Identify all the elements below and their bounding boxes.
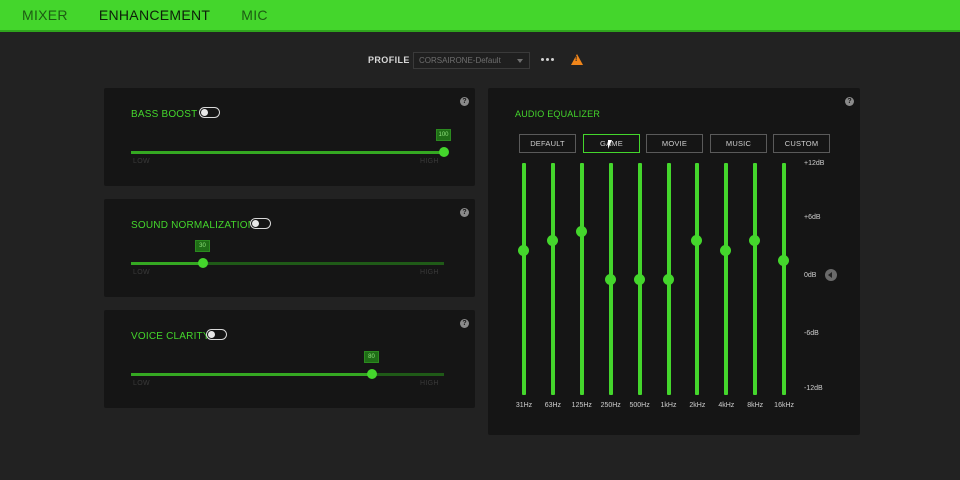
mouse-cursor-icon	[608, 140, 612, 149]
eq-band-frequency-label: 16kHz	[774, 402, 795, 409]
tab-enhancement[interactable]: ENHANCEMENT	[99, 7, 210, 23]
eq-band-track	[724, 163, 729, 395]
sound-normalization-slider-thumb[interactable]	[197, 258, 208, 268]
warning-icon[interactable]	[571, 54, 583, 65]
sound-normalization-slider[interactable]: 30	[131, 240, 444, 268]
eq-band-slider[interactable]	[662, 163, 675, 395]
help-icon[interactable]: ?	[460, 319, 469, 328]
eq-band-track	[782, 163, 787, 395]
bass-boost-high-label: HIGH	[420, 158, 439, 165]
eq-band-track	[695, 163, 700, 395]
bass-boost-low-label: LOW	[133, 158, 150, 165]
eq-band-thumb[interactable]	[633, 274, 645, 285]
eq-band-track	[753, 163, 758, 395]
tab-mixer[interactable]: MIXER	[22, 7, 68, 23]
eq-db-label: +12dB	[804, 160, 825, 167]
eq-db-label: -12dB	[804, 385, 823, 392]
preset-music-button[interactable]: MUSIC	[710, 134, 767, 153]
eq-band-slider[interactable]	[749, 163, 761, 395]
voice-clarity-slider[interactable]: 80	[131, 351, 444, 379]
profile-label: PROFILE	[368, 55, 410, 65]
eq-band-thumb[interactable]	[720, 245, 732, 256]
sound-normalization-title: SOUND NORMALIZATION	[131, 220, 256, 231]
more-options-icon[interactable]	[541, 58, 554, 61]
eq-band-thumb[interactable]	[546, 235, 558, 247]
voice-clarity-low-label: LOW	[133, 380, 150, 387]
sound-normalization-high-label: HIGH	[420, 269, 439, 276]
eq-band-thumb[interactable]	[575, 225, 587, 237]
voice-clarity-title: VOICE CLARITY	[131, 331, 210, 342]
eq-band-slider[interactable]	[633, 163, 646, 395]
profile-dropdown-value: CORSAIRONE-Default	[419, 56, 501, 65]
voice-clarity-panel: ? VOICE CLARITY 80 LOW HIGH	[104, 310, 475, 408]
eq-band-slider[interactable]	[604, 163, 617, 395]
voice-clarity-slider-thumb[interactable]	[367, 369, 377, 379]
audio-equalizer-panel: ? AUDIO EQUALIZER DEFAULT GAME MOVIE MUS…	[488, 88, 860, 435]
eq-band-thumb[interactable]	[518, 245, 529, 256]
eq-band-thumb[interactable]	[778, 254, 790, 266]
eq-band-thumb[interactable]	[604, 274, 616, 285]
top-navigation-bar: MIXER ENHANCEMENT MIC	[0, 0, 960, 32]
bass-boost-title: BASS BOOST	[131, 109, 198, 120]
eq-db-label: 0dB	[804, 272, 817, 279]
preset-movie-button[interactable]: MOVIE	[646, 134, 703, 153]
chevron-down-icon	[517, 59, 523, 63]
bass-boost-slider-thumb[interactable]	[439, 147, 449, 157]
sound-normalization-value-badge: 30	[194, 240, 210, 252]
eq-band-slider[interactable]	[546, 163, 559, 395]
bass-boost-slider-fill	[131, 151, 444, 154]
eq-band-track	[579, 163, 584, 395]
eq-band-thumb[interactable]	[691, 235, 703, 247]
bass-boost-slider[interactable]: 100	[131, 129, 451, 157]
eq-band-slider[interactable]	[518, 163, 530, 395]
sound-normalization-low-label: LOW	[133, 269, 150, 276]
eq-band-slider[interactable]	[720, 163, 732, 395]
eq-db-label: +6dB	[804, 214, 821, 221]
help-icon[interactable]: ?	[460, 208, 469, 217]
bass-boost-toggle[interactable]	[199, 107, 220, 118]
eq-band-slider[interactable]	[575, 163, 588, 395]
audio-equalizer-title: AUDIO EQUALIZER	[515, 109, 601, 119]
eq-band-thumb[interactable]	[749, 235, 761, 247]
profile-row: PROFILE CORSAIRONE-Default	[0, 52, 960, 70]
bass-boost-value-badge: 100	[436, 129, 451, 141]
profile-dropdown[interactable]: CORSAIRONE-Default	[413, 52, 530, 69]
voice-clarity-slider-fill	[131, 373, 372, 376]
eq-reset-arrow-icon[interactable]	[825, 269, 837, 281]
preset-default-button[interactable]: DEFAULT	[519, 134, 576, 153]
tab-mic[interactable]: MIC	[241, 7, 268, 23]
sound-normalization-toggle[interactable]	[250, 218, 271, 229]
voice-clarity-value-badge: 80	[364, 351, 379, 363]
eq-band-thumb[interactable]	[662, 274, 674, 285]
sound-normalization-panel: ? SOUND NORMALIZATION 30 LOW HIGH	[104, 199, 475, 297]
preset-custom-button[interactable]: CUSTOM	[773, 134, 830, 153]
sound-normalization-slider-fill	[131, 262, 203, 265]
voice-clarity-toggle[interactable]	[206, 329, 227, 340]
help-icon[interactable]: ?	[460, 97, 469, 106]
voice-clarity-high-label: HIGH	[420, 380, 439, 387]
eq-band-slider[interactable]	[691, 163, 703, 395]
help-icon[interactable]: ?	[845, 97, 854, 106]
eq-band-track	[522, 163, 526, 395]
eq-band-track	[550, 163, 555, 395]
eq-band-slider[interactable]	[778, 163, 790, 395]
bass-boost-panel: ? BASS BOOST 100 LOW HIGH	[104, 88, 475, 186]
eq-db-label: -6dB	[804, 330, 819, 337]
